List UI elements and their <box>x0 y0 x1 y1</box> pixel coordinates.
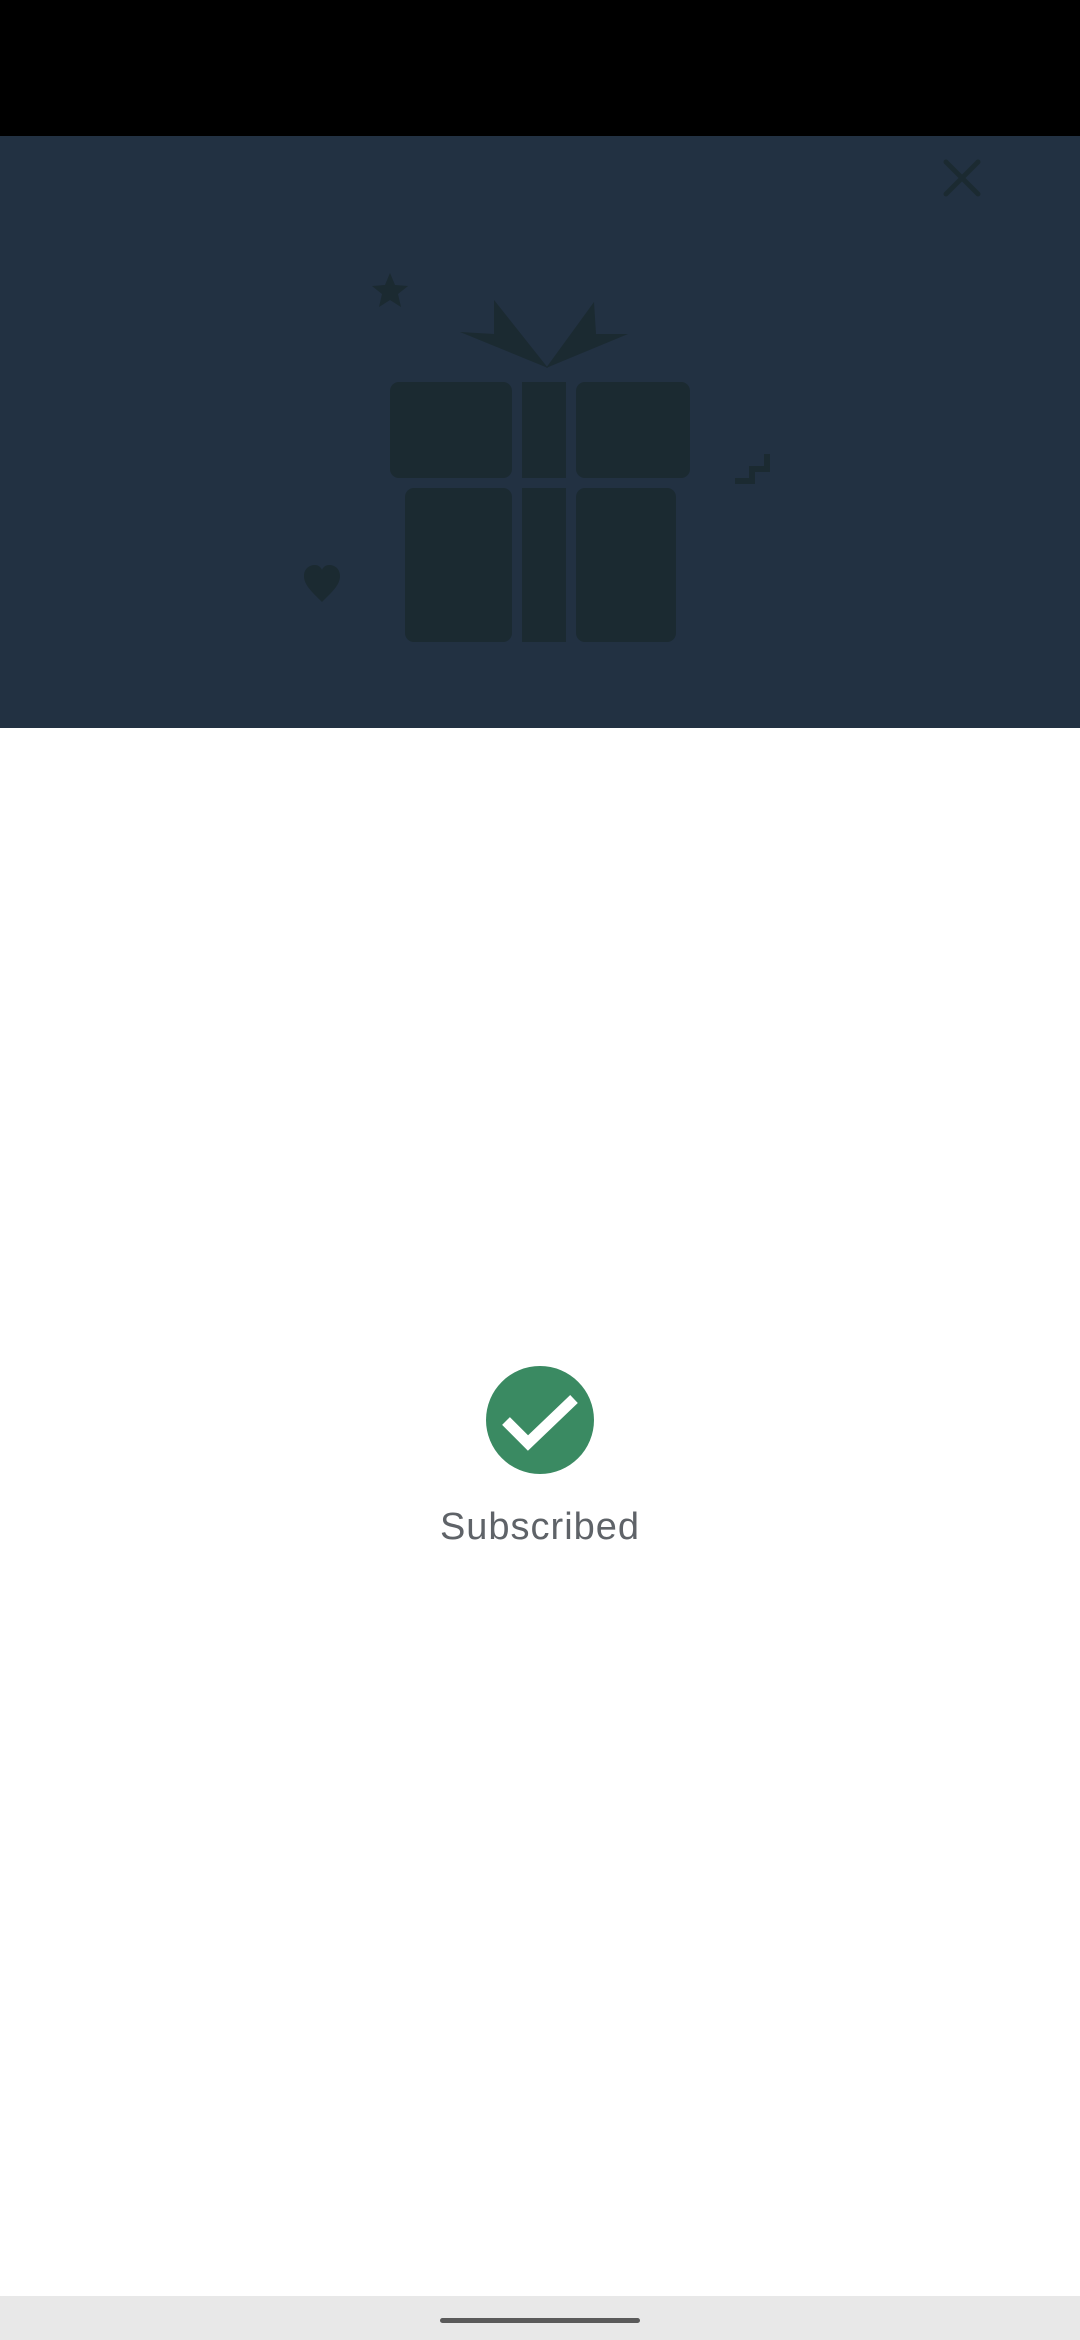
zigzag-icon <box>735 454 770 484</box>
checkmark-circle-icon <box>486 1366 594 1474</box>
subscription-status-label: Subscribed <box>439 1506 641 1548</box>
gift-box <box>390 382 690 642</box>
navigation-bar <box>0 2296 1080 2340</box>
main-content: Subscribed <box>0 728 1080 2296</box>
status-bar <box>0 0 1080 136</box>
home-gesture-handle[interactable] <box>440 2318 640 2323</box>
gift-illustration <box>304 273 770 642</box>
close-button[interactable] <box>930 146 994 210</box>
hero-banner <box>0 136 1080 728</box>
star-icon <box>372 273 408 307</box>
close-icon <box>943 159 981 197</box>
gift-bow <box>460 300 628 368</box>
heart-icon <box>304 565 340 602</box>
